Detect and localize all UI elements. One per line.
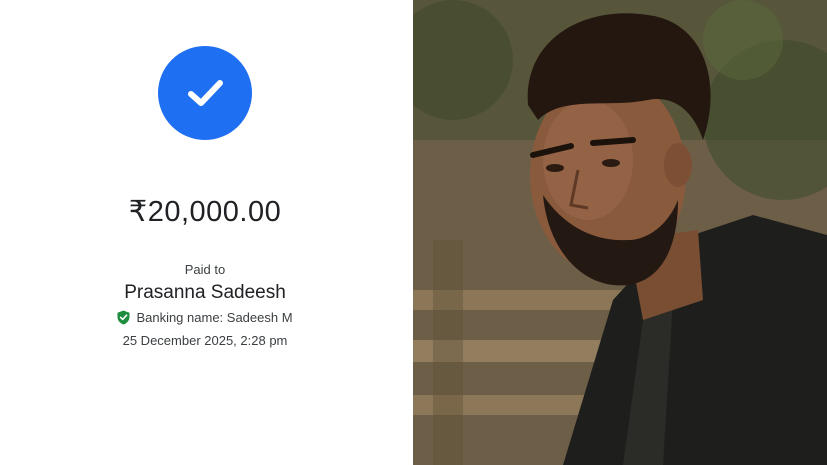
success-check-icon	[158, 46, 252, 140]
screenshot-frame: ₹20,000.00 Paid to Prasanna Sadeesh Bank…	[0, 0, 827, 465]
paid-to-label: Paid to	[184, 262, 226, 277]
banking-name-text: Banking name: Sadeesh M	[136, 310, 293, 325]
shield-check-icon	[117, 310, 130, 325]
portrait-photo	[413, 0, 827, 465]
banking-name-row: Banking name: Sadeesh M	[0, 310, 410, 325]
payee-name: Prasanna Sadeesh	[124, 282, 286, 303]
payment-receipt-panel: ₹20,000.00 Paid to Prasanna Sadeesh Bank…	[0, 0, 413, 465]
payment-datetime: 25 December 2025, 2:28 pm	[122, 333, 288, 348]
payment-amount: ₹20,000.00	[128, 196, 282, 228]
